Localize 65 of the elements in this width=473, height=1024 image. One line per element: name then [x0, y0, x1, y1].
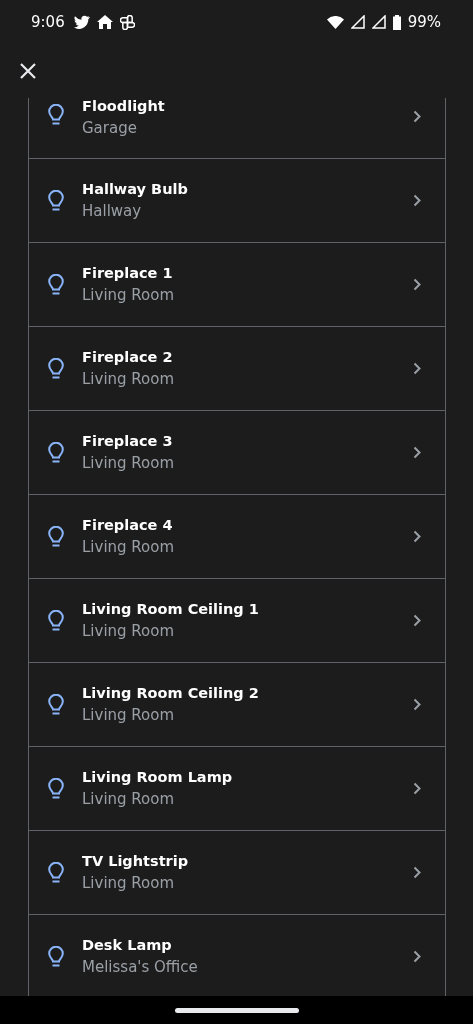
- device-row[interactable]: Living Room Ceiling 2 Living Room: [29, 663, 445, 747]
- device-name: Floodlight: [82, 98, 166, 114]
- device-room: Living Room: [82, 538, 176, 556]
- lightbulb-icon: [48, 525, 64, 548]
- device-name: Fireplace 1: [82, 265, 174, 281]
- chevron-right-icon: [413, 782, 421, 795]
- battery-icon: [392, 14, 401, 30]
- device-row[interactable]: Hallway Bulb Hallway: [29, 159, 445, 243]
- lightbulb-icon: [48, 861, 64, 884]
- wifi-icon: [326, 15, 344, 29]
- chevron-right-icon: [413, 194, 421, 207]
- device-row[interactable]: TV Lightstrip Living Room: [29, 831, 445, 915]
- device-room: Living Room: [82, 874, 176, 892]
- status-time: 9:06: [31, 13, 65, 31]
- device-room: Garage: [82, 119, 138, 137]
- lightbulb-icon: [48, 693, 64, 716]
- device-row[interactable]: Fireplace 3 Living Room: [29, 411, 445, 495]
- chevron-right-icon: [413, 446, 421, 459]
- device-row[interactable]: Living Room Ceiling 1 Living Room: [29, 579, 445, 663]
- device-name: Living Room Ceiling 1: [82, 601, 260, 617]
- chevron-right-icon: [413, 866, 421, 879]
- house-icon: [96, 15, 113, 29]
- device-name: TV Lightstrip: [82, 853, 190, 869]
- lightbulb-icon: [48, 104, 64, 126]
- device-name: Desk Lamp: [82, 937, 173, 953]
- device-name: Fireplace 4: [82, 517, 174, 533]
- device-room: Living Room: [82, 790, 176, 808]
- chevron-right-icon: [413, 614, 421, 627]
- device-room: Melissa's Office: [82, 958, 199, 976]
- device-room: Living Room: [82, 286, 176, 304]
- chevron-right-icon: [413, 950, 421, 963]
- pinwheel-icon: [119, 14, 135, 30]
- chevron-right-icon: [413, 530, 421, 543]
- chevron-right-icon: [413, 278, 421, 291]
- close-icon: [20, 63, 36, 79]
- signal-icon: [350, 15, 365, 29]
- lightbulb-icon: [48, 609, 64, 632]
- bird-icon: [73, 15, 90, 29]
- device-name: Fireplace 2: [82, 349, 174, 365]
- battery-percent: 99%: [407, 13, 441, 31]
- device-name: Hallway Bulb: [82, 181, 189, 197]
- chevron-right-icon: [413, 362, 421, 375]
- lightbulb-icon: [48, 441, 64, 464]
- lightbulb-icon: [48, 357, 64, 380]
- chevron-right-icon: [413, 698, 421, 711]
- device-row[interactable]: Fireplace 4 Living Room: [29, 495, 445, 579]
- device-name: Living Room Ceiling 2: [82, 685, 260, 701]
- device-room: Hallway: [82, 202, 143, 220]
- device-name: Living Room Lamp: [82, 769, 234, 785]
- signal-icon: [371, 15, 386, 29]
- device-room: Living Room: [82, 706, 176, 724]
- lightbulb-icon: [48, 189, 64, 212]
- device-room: Living Room: [82, 622, 176, 640]
- device-row[interactable]: Floodlight Garage: [29, 98, 445, 159]
- home-handle[interactable]: [174, 1007, 299, 1013]
- device-name: Fireplace 3: [82, 433, 174, 449]
- device-row[interactable]: Fireplace 2 Living Room: [29, 327, 445, 411]
- device-row[interactable]: Fireplace 1 Living Room: [29, 243, 445, 327]
- chevron-right-icon: [413, 110, 421, 123]
- lightbulb-icon: [48, 945, 64, 968]
- device-room: Living Room: [82, 454, 176, 472]
- lightbulb-icon: [48, 273, 64, 296]
- lightbulb-icon: [48, 777, 64, 800]
- device-room: Living Room: [82, 370, 176, 388]
- device-row[interactable]: Living Room Lamp Living Room: [29, 747, 445, 831]
